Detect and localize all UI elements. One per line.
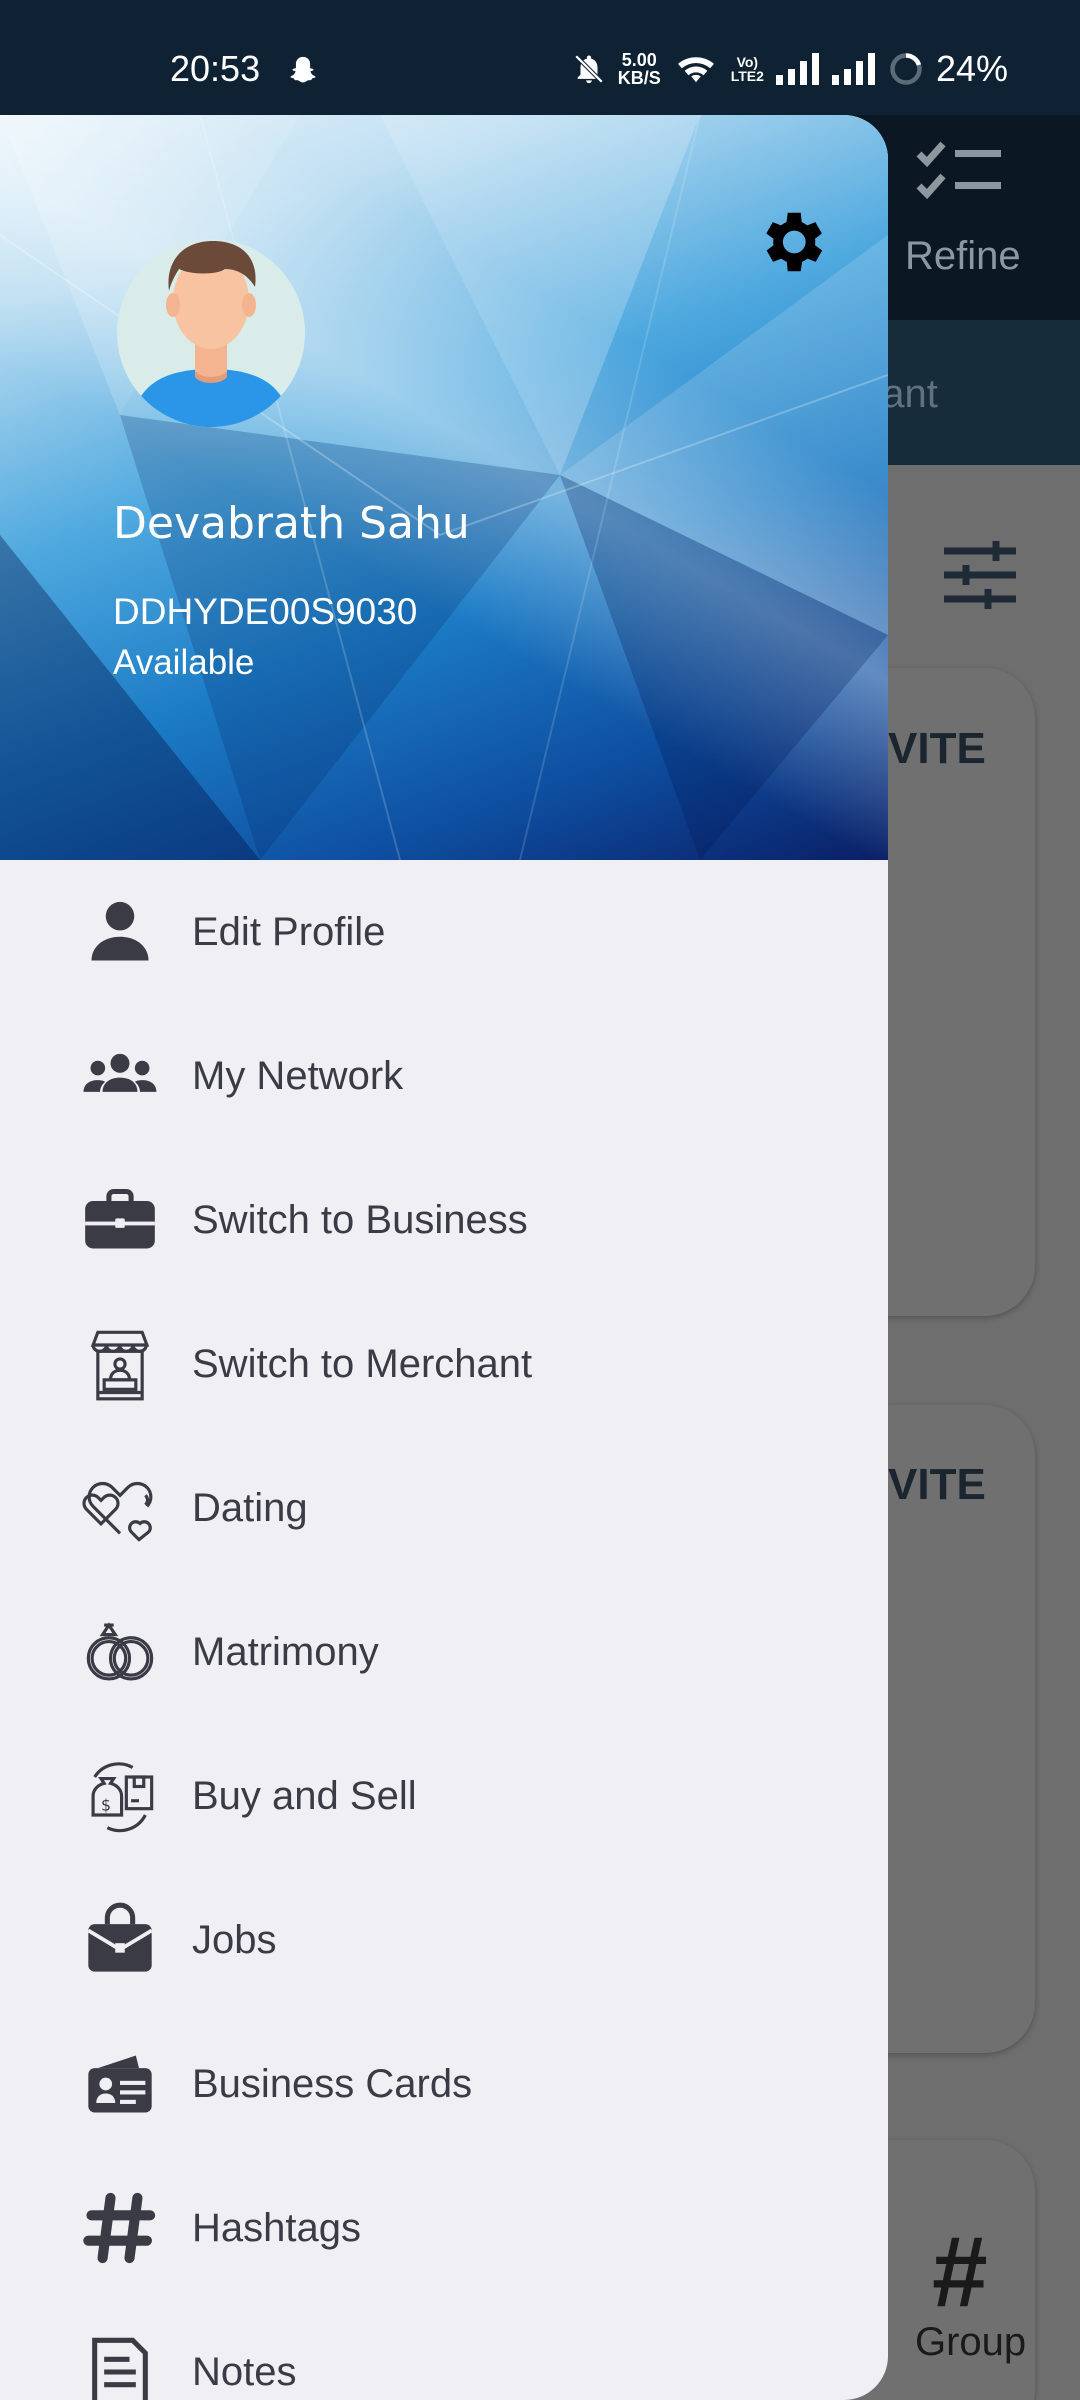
menu-item-edit-profile[interactable]: Edit Profile — [0, 860, 888, 1004]
menu-item-switch-merchant[interactable]: Switch to Merchant — [0, 1292, 888, 1436]
notes-icon — [80, 2332, 160, 2400]
user-status: Available — [113, 643, 255, 682]
menu-item-dating[interactable]: Dating — [0, 1436, 888, 1580]
menu-item-business-cards[interactable]: Business Cards — [0, 2012, 888, 2156]
group-label[interactable]: Group — [915, 2320, 1026, 2365]
status-bar: 20:53 5.00 KB/S Vo) LTE2 24% — [0, 0, 1080, 115]
menu-label: Business Cards — [192, 2061, 473, 2106]
card-invite-text: VITE — [888, 724, 986, 773]
card-invite-text: VITE — [888, 1460, 986, 1509]
hearts-icon — [80, 1468, 160, 1548]
filter-sliders-icon[interactable] — [940, 535, 1020, 615]
buy-sell-icon: $ — [80, 1756, 160, 1836]
person-icon — [80, 892, 160, 972]
menu-item-my-network[interactable]: My Network — [0, 1004, 888, 1148]
menu-label: Notes — [192, 2349, 297, 2394]
menu-label: Matrimony — [192, 1629, 379, 1674]
business-card-icon — [80, 2044, 160, 2124]
briefcase-icon — [80, 1180, 160, 1260]
refine-checklist-icon[interactable] — [915, 138, 1005, 208]
job-bag-icon — [80, 1900, 160, 1980]
menu-label: Hashtags — [192, 2205, 361, 2250]
menu-label: Dating — [192, 1485, 308, 1530]
avatar[interactable] — [113, 225, 309, 427]
wifi-icon — [677, 57, 714, 83]
group-hashtag-icon[interactable]: # — [932, 2215, 988, 2330]
user-name: Devabrath Sahu — [113, 498, 470, 549]
drawer-header: Devabrath Sahu DDHYDE00S9030 Available — [0, 115, 888, 860]
network-speed: 5.00 KB/S — [617, 50, 661, 88]
battery-percent: 24% — [935, 48, 1008, 89]
menu-item-jobs[interactable]: Jobs — [0, 1868, 888, 2012]
svg-text:$: $ — [101, 1795, 111, 1814]
mute-notification-icon — [574, 54, 603, 84]
menu-item-notes[interactable]: Notes — [0, 2300, 888, 2400]
menu-item-hashtags[interactable]: Hashtags — [0, 2156, 888, 2300]
menu-label: Switch to Business — [192, 1197, 528, 1242]
merchant-stall-icon — [80, 1324, 160, 1404]
menu-item-buy-sell[interactable]: $ Buy and Sell — [0, 1724, 888, 1868]
status-time: 20:53 — [170, 48, 261, 89]
menu-item-matrimony[interactable]: Matrimony — [0, 1580, 888, 1724]
settings-gear-icon[interactable] — [752, 203, 830, 281]
status-icons: 5.00 KB/S Vo) LTE2 24% — [572, 48, 1008, 90]
menu-label: Jobs — [192, 1917, 277, 1962]
battery-ring-icon — [890, 53, 922, 85]
menu-label: Switch to Merchant — [192, 1341, 533, 1386]
user-id: DDHYDE00S9030 — [113, 591, 418, 632]
refine-label[interactable]: Refine — [905, 234, 1021, 279]
navigation-drawer: Devabrath Sahu DDHYDE00S9030 Available E… — [0, 115, 888, 2400]
menu-label: Edit Profile — [192, 909, 386, 954]
menu-label: My Network — [192, 1053, 404, 1098]
people-icon — [80, 1036, 160, 1116]
menu-item-switch-business[interactable]: Switch to Business — [0, 1148, 888, 1292]
menu-label: Buy and Sell — [192, 1773, 417, 1818]
hashtag-icon — [80, 2188, 160, 2268]
volte-badge: Vo) LTE2 — [730, 54, 764, 84]
signal-icon-1 — [775, 53, 819, 85]
snapchat-icon — [290, 56, 316, 83]
drawer-menu: Edit Profile My Network Switch to Busine… — [0, 860, 888, 2400]
rings-icon — [80, 1612, 160, 1692]
signal-icon-2 — [831, 53, 875, 85]
